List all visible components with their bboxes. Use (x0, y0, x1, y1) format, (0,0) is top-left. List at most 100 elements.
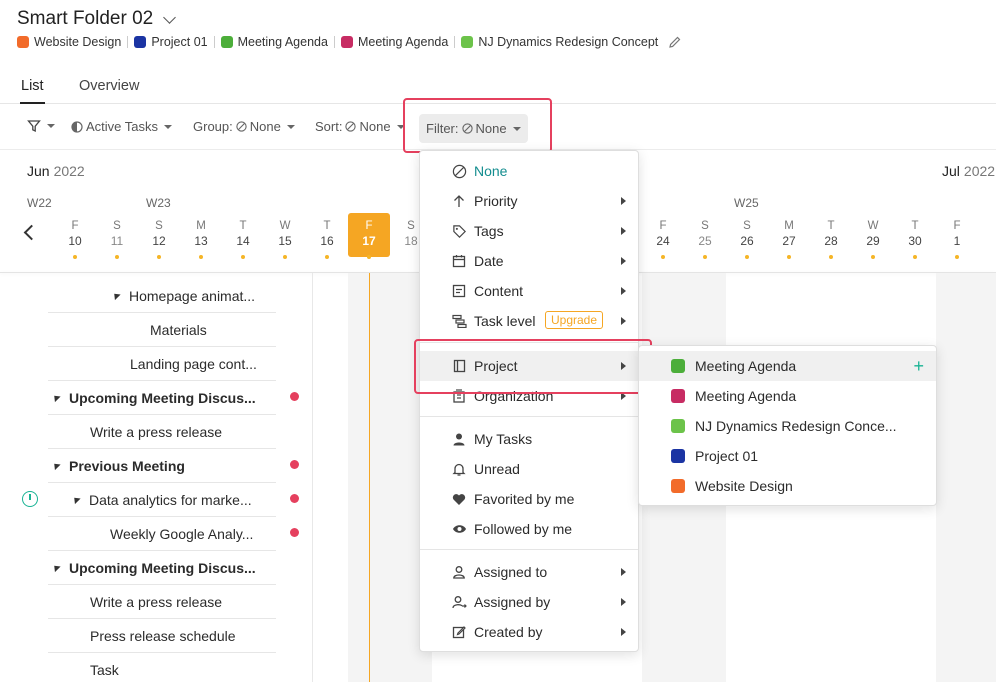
menu-item-assigned-to[interactable]: Assigned to (420, 557, 638, 587)
project-color-swatch (671, 449, 685, 463)
user-assign-icon (451, 594, 467, 610)
plus-icon[interactable]: + (913, 356, 924, 377)
task-row[interactable]: Upcoming Meeting Discus... (48, 551, 276, 585)
project-option[interactable]: Website Design (639, 471, 936, 501)
project-chip[interactable]: Meeting Agenda (220, 35, 328, 49)
upgrade-badge[interactable]: Upgrade (545, 311, 604, 329)
tab-overview[interactable]: Overview (79, 78, 139, 94)
calendar-icon (451, 253, 467, 269)
task-dot (787, 255, 791, 259)
project-color-swatch (461, 36, 474, 48)
status-dot (290, 494, 299, 503)
title-text: Smart Folder 02 (17, 8, 154, 29)
menu-item-unread[interactable]: Unread (420, 454, 638, 484)
tab-list[interactable]: List (20, 78, 45, 104)
arrow-up-icon (451, 193, 467, 209)
menu-item-favorited[interactable]: Favorited by me (420, 484, 638, 514)
day-column: T 30 (900, 219, 930, 259)
project-chip[interactable]: Meeting Agenda (340, 35, 448, 49)
caret-right-icon (621, 257, 626, 265)
list-divider (312, 273, 313, 682)
menu-item-date[interactable]: Date (420, 246, 638, 276)
task-dot (955, 255, 959, 259)
bell-icon (451, 461, 467, 477)
highlight-box (414, 339, 652, 394)
menu-item-priority[interactable]: Priority (420, 186, 638, 216)
collapse-triangle-icon[interactable] (51, 562, 61, 573)
day-column: T 16 (312, 219, 342, 259)
project-color-swatch (340, 36, 353, 48)
day-column: S 12 (144, 219, 174, 259)
task-row[interactable]: Weekly Google Analy... (48, 517, 276, 551)
menu-item-my-tasks[interactable]: My Tasks (420, 424, 638, 454)
project-option[interactable]: Project 01 (639, 441, 936, 471)
task-row[interactable]: Data analytics for marke... (48, 483, 276, 517)
status-dot (290, 528, 299, 537)
menu-item-followed[interactable]: Followed by me (420, 514, 638, 544)
caret-right-icon (621, 568, 626, 576)
task-row[interactable]: Upcoming Meeting Discus... (48, 381, 276, 415)
task-dot (703, 255, 707, 259)
project-option[interactable]: NJ Dynamics Redesign Conce... (639, 411, 936, 441)
day-column: M 27 (774, 219, 804, 259)
task-row[interactable]: Homepage animat... (48, 279, 276, 313)
page-title[interactable]: Smart Folder 02 (17, 8, 177, 30)
task-level-icon (451, 313, 467, 329)
pencil-icon[interactable] (668, 35, 682, 49)
project-chip[interactable]: Website Design (17, 35, 121, 49)
active-tasks-button[interactable]: Active Tasks (71, 119, 173, 134)
menu-item-none[interactable]: None (420, 156, 638, 186)
divider (213, 36, 215, 48)
sort-button[interactable]: Sort: None (315, 119, 405, 134)
group-button[interactable]: Group: None (193, 119, 295, 134)
eye-icon (451, 521, 467, 537)
menu-divider (420, 549, 638, 550)
project-chip[interactable]: NJ Dynamics Redesign Concept (461, 35, 658, 49)
menu-item-content[interactable]: Content (420, 276, 638, 306)
user-icon (451, 431, 467, 447)
task-row[interactable]: Task (48, 653, 276, 682)
task-row[interactable]: Landing page cont... (48, 347, 276, 381)
menu-item-created-by[interactable]: Created by (420, 617, 638, 647)
caret-down-icon (164, 124, 173, 129)
task-dot (829, 255, 833, 259)
task-row[interactable]: Press release schedule (48, 619, 276, 653)
none-icon (345, 121, 357, 132)
collapse-triangle-icon[interactable] (71, 494, 81, 505)
filter-menu: None Priority Tags Date Content Task lev… (419, 150, 639, 652)
project-option[interactable]: Meeting Agenda + (639, 351, 936, 381)
highlight-box (403, 98, 552, 153)
timer-icon[interactable] (22, 491, 38, 507)
project-chip[interactable]: Project 01 (134, 35, 208, 49)
task-dot (73, 255, 77, 259)
project-color-swatch (17, 36, 29, 48)
day-column: W 15 (270, 219, 300, 259)
month-label: Jul 2022 (942, 163, 996, 179)
project-chips: Website Design Project 01 Meeting Agenda… (17, 35, 682, 49)
project-option[interactable]: Meeting Agenda (639, 381, 936, 411)
day-column: T 28 (816, 219, 846, 259)
menu-item-tags[interactable]: Tags (420, 216, 638, 246)
tag-icon (451, 223, 467, 239)
collapse-triangle-icon[interactable] (111, 290, 121, 301)
chevron-left-icon[interactable] (23, 224, 40, 241)
status-dot (290, 392, 299, 401)
collapse-triangle-icon[interactable] (51, 392, 61, 403)
task-row[interactable]: Write a press release (48, 585, 276, 619)
menu-item-assigned-by[interactable]: Assigned by (420, 587, 638, 617)
task-row[interactable]: Previous Meeting (48, 449, 276, 483)
task-row[interactable]: Materials (48, 313, 276, 347)
menu-item-task-level[interactable]: Task level Upgrade (420, 306, 638, 336)
chevron-down-icon[interactable] (163, 10, 177, 24)
collapse-triangle-icon[interactable] (51, 460, 61, 471)
task-dot (661, 255, 665, 259)
month-label: Jun 2022 (27, 163, 85, 179)
quick-filter-button[interactable] (27, 119, 55, 133)
status-dot (290, 460, 299, 469)
project-color-swatch (671, 389, 685, 403)
menu-divider (420, 416, 638, 417)
caret-right-icon (621, 317, 626, 325)
task-dot (745, 255, 749, 259)
week-label: W25 (734, 196, 759, 210)
task-row[interactable]: Write a press release (48, 415, 276, 449)
